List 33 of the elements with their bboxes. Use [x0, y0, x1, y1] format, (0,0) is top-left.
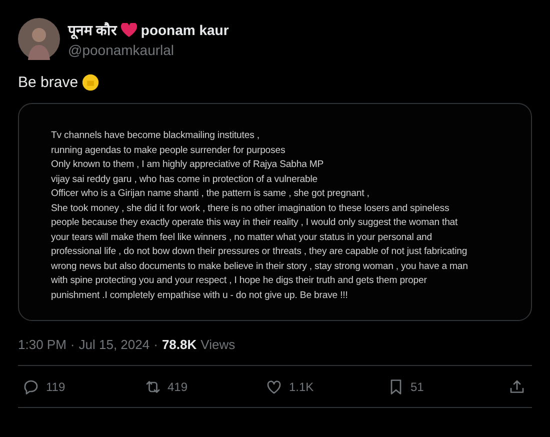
speech-bubble-icon [22, 378, 40, 396]
note-line: running agendas to make people surrender for purposes [51, 144, 286, 158]
note-line: wrong news but also documents to make believe in their story , stay strong woman , you have a man [51, 260, 469, 274]
share-button[interactable] [508, 378, 526, 396]
user-handle[interactable]: @poonamkaurlal [68, 42, 229, 58]
heart-icon [265, 378, 283, 396]
post-text: Be brave [18, 74, 78, 91]
like-button[interactable]: 1.1K [265, 378, 355, 396]
post-time[interactable]: 1:30 PM [18, 337, 66, 352]
views-label: Views [200, 337, 236, 352]
note-line: Only known to them , I am highly appreciative of Rajya Sabha MP [51, 158, 325, 172]
note-line: Officer who is a Girijan name shanti , the pattern is same , she got pregnant , [51, 187, 370, 201]
repost-button[interactable]: 419 [144, 378, 234, 396]
share-icon [508, 378, 526, 396]
note-line: vijay sai reddy garu , who has come in protection of a vulnerable [51, 172, 319, 186]
post-date[interactable]: Jul 15, 2024 [78, 337, 150, 352]
repost-icon [144, 378, 162, 396]
note-line: people because they exactly operate this way in their reality , I would only suggest the woman that [51, 216, 459, 230]
note-line: professional life , do not bow down their pressures or threats , they are capable of not just fabricating [51, 245, 468, 259]
separator-dot: · [70, 337, 75, 352]
note-line: She took money , she did it for work , there is no other imagination to these losers and spineless [51, 202, 450, 216]
display-name[interactable]: पूनम कौर [68, 20, 117, 39]
reply-button[interactable]: 119 [22, 378, 112, 396]
note-line: punishment .I completely empathise with u - do not give up. Be brave !!! [51, 288, 349, 302]
note-line: with spine protecting you and your respect , I hope he digs their truth and gets them proper [51, 274, 428, 288]
avatar-icon[interactable] [18, 18, 60, 60]
note-line: your tears will make them feel like winners , no matter what your status in your personal and [51, 230, 434, 244]
views-count: 78.8K [162, 337, 197, 352]
separator-dot: · [154, 337, 158, 352]
display-name[interactable]: poonam kaur [140, 22, 229, 38]
heart-icon [120, 22, 137, 36]
bookmark-button[interactable]: 51 [386, 378, 476, 396]
note-line: Tv channels have become blackmailing institutes , [51, 129, 260, 143]
